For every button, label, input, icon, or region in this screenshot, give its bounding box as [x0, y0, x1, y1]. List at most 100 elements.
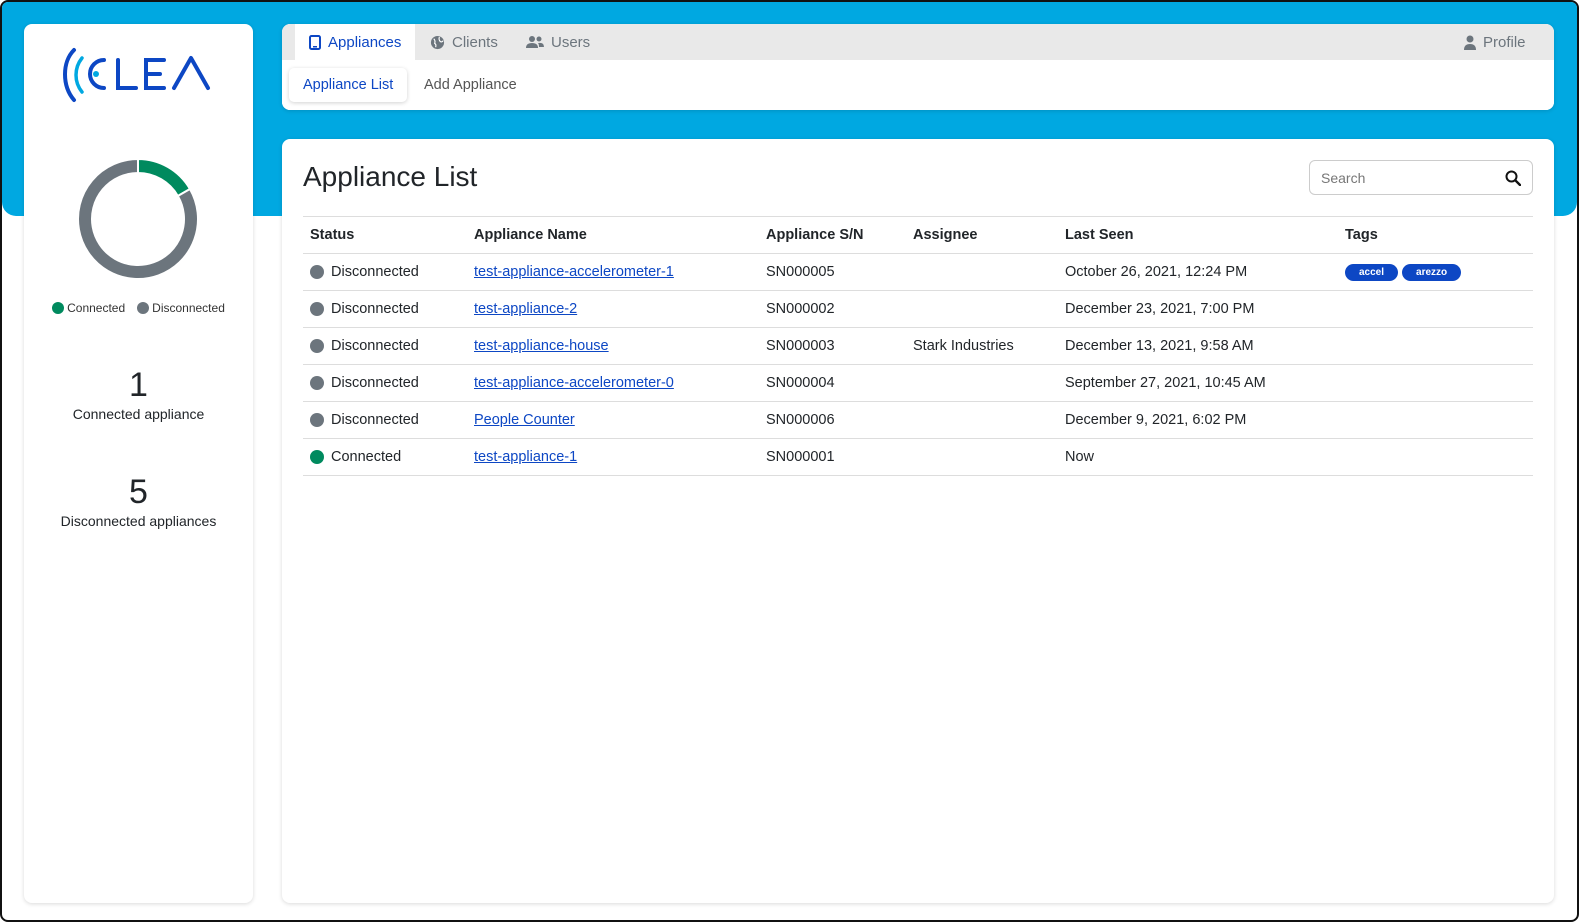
sub-tabs: Appliance List Add Appliance: [282, 60, 1554, 110]
subtab-add-appliance[interactable]: Add Appliance: [410, 68, 531, 102]
name-cell: test-appliance-accelerometer-0: [467, 364, 759, 402]
appliance-link[interactable]: test-appliance-house: [474, 338, 609, 354]
users-icon: [526, 36, 544, 48]
table-row[interactable]: Disconnected test-appliance-accelerometer…: [303, 253, 1533, 291]
assignee-cell: [906, 438, 1058, 476]
table-row[interactable]: Disconnected test-appliance-accelerometer…: [303, 364, 1533, 402]
appliance-link[interactable]: test-appliance-1: [474, 449, 577, 465]
disconnected-count: 5: [129, 473, 148, 511]
tab-clients-label: Clients: [452, 33, 498, 51]
profile-menu[interactable]: Profile: [1450, 24, 1540, 60]
legend-connected[interactable]: Connected: [52, 301, 125, 315]
table-row[interactable]: Disconnected test-appliance-2 SN000002 Dece…: [303, 290, 1533, 328]
tab-clients[interactable]: Clients: [416, 24, 512, 60]
name-cell: People Counter: [467, 401, 759, 439]
tags-cell: accel arezzo: [1338, 253, 1533, 291]
tab-users[interactable]: Users: [512, 24, 604, 60]
status-cell: Disconnected: [303, 401, 467, 439]
status-cell: Disconnected: [303, 253, 467, 291]
col-status[interactable]: Status: [303, 216, 467, 254]
status-donut-chart: [77, 157, 199, 280]
status-text: Connected: [331, 449, 402, 465]
col-appliance-name[interactable]: Appliance Name: [467, 216, 759, 254]
status-dot: [310, 302, 324, 316]
legend-disconnected-swatch: [137, 302, 150, 314]
col-tags[interactable]: Tags: [1338, 216, 1533, 254]
legend-disconnected[interactable]: Disconnected: [137, 301, 225, 315]
assignee-cell: [906, 253, 1058, 291]
table-header-row: Status Appliance Name Appliance S/N Assi…: [303, 216, 1533, 254]
appliance-table: Status Appliance Name Appliance S/N Assi…: [303, 216, 1533, 476]
last-seen-cell: September 27, 2021, 10:45 AM: [1058, 364, 1338, 402]
sidebar: Connected Disconnected 1 Connected appli…: [24, 24, 253, 903]
navigation-card: Appliances Clients Users Profile Applian…: [282, 24, 1554, 110]
main-tabs: Appliances Clients Users Profile: [282, 24, 1554, 60]
subtab-appliance-list[interactable]: Appliance List: [289, 68, 408, 102]
tag-badge[interactable]: arezzo: [1402, 264, 1462, 281]
sn-cell: SN000006: [759, 401, 906, 439]
search-icon[interactable]: [1505, 170, 1521, 186]
assignee-cell: Stark Industries: [906, 327, 1058, 365]
status-cell: Disconnected: [303, 290, 467, 328]
tags-cell: [1338, 438, 1533, 476]
col-assignee[interactable]: Assignee: [906, 216, 1058, 254]
status-dot: [310, 450, 324, 464]
status-text: Disconnected: [331, 301, 419, 317]
tablet-icon: [309, 34, 321, 50]
sn-cell: SN000001: [759, 438, 906, 476]
status-dot: [310, 413, 324, 427]
last-seen-cell: October 26, 2021, 12:24 PM: [1058, 253, 1338, 291]
status-dot: [310, 339, 324, 353]
sn-cell: SN000002: [759, 290, 906, 328]
last-seen-cell: December 13, 2021, 9:58 AM: [1058, 327, 1338, 365]
name-cell: test-appliance-2: [467, 290, 759, 328]
status-text: Disconnected: [331, 412, 419, 428]
sn-cell: SN000003: [759, 327, 906, 365]
status-text: Disconnected: [331, 338, 419, 354]
profile-label: Profile: [1483, 33, 1526, 51]
chart-legend: Connected Disconnected: [24, 301, 253, 315]
table-row[interactable]: Disconnected People Counter SN000006 Decemb…: [303, 401, 1533, 439]
disconnected-stat: 5 Disconnected appliances: [24, 473, 253, 529]
col-appliance-sn[interactable]: Appliance S/N: [759, 216, 906, 254]
status-dot: [310, 376, 324, 390]
col-last-seen[interactable]: Last Seen: [1058, 216, 1338, 254]
assignee-cell: [906, 290, 1058, 328]
last-seen-cell: December 9, 2021, 6:02 PM: [1058, 401, 1338, 439]
tag-badge[interactable]: accel: [1345, 264, 1399, 281]
connected-label: Connected appliance: [72, 406, 205, 422]
status-text: Disconnected: [331, 264, 419, 280]
clea-logo: [63, 48, 210, 102]
name-cell: test-appliance-accelerometer-1: [467, 253, 759, 291]
status-cell: Disconnected: [303, 364, 467, 402]
tab-appliances[interactable]: Appliances: [295, 24, 416, 60]
tags-cell: [1338, 364, 1533, 402]
sn-cell: SN000004: [759, 364, 906, 402]
appliance-link[interactable]: People Counter: [474, 412, 575, 428]
legend-connected-swatch: [52, 302, 65, 314]
name-cell: test-appliance-1: [467, 438, 759, 476]
tab-users-label: Users: [551, 33, 591, 51]
legend-connected-label: Connected: [67, 301, 126, 315]
table-row[interactable]: Connected test-appliance-1 SN000001 Now: [303, 438, 1533, 476]
search-input[interactable]: [1310, 161, 1505, 194]
search-box: [1309, 160, 1533, 195]
appliance-link[interactable]: test-appliance-accelerometer-0: [474, 375, 674, 391]
last-seen-cell: Now: [1058, 438, 1338, 476]
appliance-link[interactable]: test-appliance-accelerometer-1: [474, 264, 674, 280]
status-cell: Disconnected: [303, 327, 467, 365]
appliance-list-card: Appliance List Status Appliance Name App…: [282, 139, 1554, 903]
status-cell: Connected: [303, 438, 467, 476]
last-seen-cell: December 23, 2021, 7:00 PM: [1058, 290, 1338, 328]
tags-cell: [1338, 327, 1533, 365]
status-dot: [310, 265, 324, 279]
name-cell: test-appliance-house: [467, 327, 759, 365]
appliance-link[interactable]: test-appliance-2: [474, 301, 577, 317]
tab-appliances-label: Appliances: [328, 33, 402, 51]
disconnected-label: Disconnected appliances: [60, 513, 217, 529]
connected-count: 1: [129, 366, 148, 404]
donut-slice-connected[interactable]: [137, 157, 192, 198]
table-row[interactable]: Disconnected test-appliance-house SN000003…: [303, 327, 1533, 365]
user-icon: [1464, 35, 1476, 50]
globe-icon: [430, 35, 445, 49]
